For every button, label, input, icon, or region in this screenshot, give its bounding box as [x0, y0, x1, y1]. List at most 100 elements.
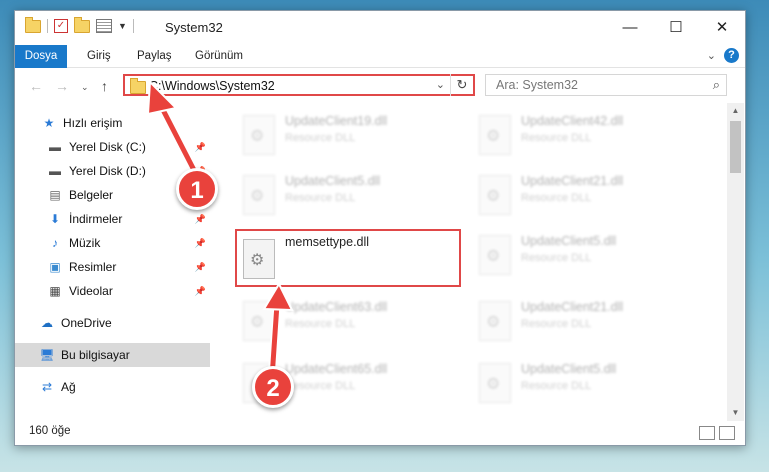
- star-icon: ★: [43, 116, 55, 130]
- sidebar-item-label: Bu bilgisayar: [61, 348, 130, 362]
- file-type: Resource DLL: [285, 318, 356, 330]
- sidebar-item-label: Hızlı erişim: [63, 116, 123, 130]
- refresh-icon[interactable]: ↻: [450, 74, 473, 96]
- sidebar-item-videos[interactable]: ▦ Videolar 📌: [15, 279, 210, 303]
- dll-file-icon: [479, 235, 511, 275]
- customize-toolbar-chevron-icon[interactable]: ▼: [118, 21, 127, 31]
- address-bar[interactable]: C:\Windows\System32 ⌄ ↻: [123, 74, 475, 96]
- sidebar-item-label: OneDrive: [61, 316, 112, 330]
- title-bar: ✓ ▼ System32 — ☐ ✕: [15, 11, 745, 45]
- pin-icon[interactable]: 📌: [195, 214, 206, 225]
- scroll-up-arrow-icon[interactable]: ▲: [727, 103, 744, 119]
- dll-file-icon: [479, 175, 511, 215]
- sidebar-item-label: Videolar: [69, 284, 113, 298]
- toolbar-separator: [132, 19, 134, 33]
- quick-access-toolbar: ✓ ▼: [25, 16, 134, 33]
- sidebar-item-label: Yerel Disk (C:): [69, 140, 146, 154]
- computer-icon: 🖥: [39, 348, 55, 362]
- new-folder-icon[interactable]: [74, 16, 90, 33]
- scroll-down-arrow-icon[interactable]: ▼: [727, 405, 744, 421]
- back-arrow-icon[interactable]: ←: [29, 78, 43, 94]
- drive-icon: ▬: [49, 140, 61, 154]
- pin-icon[interactable]: 📌: [195, 262, 206, 273]
- file-item[interactable]: UpdateClient63.dll Resource DLL: [235, 295, 455, 351]
- drive-icon: ▬: [49, 164, 61, 178]
- properties-check-icon[interactable]: ✓: [54, 19, 68, 33]
- sidebar-item-label: Yerel Disk (D:): [69, 164, 146, 178]
- file-name: UpdateClient5.dll: [285, 174, 381, 188]
- sidebar-item-downloads[interactable]: ⬇ İndirmeler 📌: [15, 207, 210, 231]
- large-icons-view-icon[interactable]: [719, 426, 735, 440]
- navigation-bar: ← → ⌄ ↑ C:\Windows\System32 ⌄ ↻ Ara: Sys…: [15, 68, 745, 102]
- sidebar-item-label: Belgeler: [69, 188, 114, 202]
- file-type: Resource DLL: [521, 380, 592, 392]
- sidebar-item-onedrive[interactable]: ☁ OneDrive: [15, 311, 210, 335]
- file-type: Resource DLL: [521, 132, 592, 144]
- help-icon[interactable]: ?: [724, 48, 739, 63]
- tab-share[interactable]: Paylaş: [137, 45, 172, 67]
- search-input[interactable]: Ara: System32: [496, 78, 578, 92]
- sidebar-item-quick-access[interactable]: ★ Hızlı erişim: [15, 111, 210, 135]
- search-box[interactable]: Ara: System32 ⌕: [485, 74, 727, 96]
- dll-file-icon: [479, 363, 511, 403]
- folder-icon: [130, 78, 146, 94]
- file-item[interactable]: UpdateClient21.dll Resource DLL: [471, 295, 691, 351]
- file-item[interactable]: UpdateClient5.dll Resource DLL: [471, 229, 691, 285]
- dll-file-icon: [243, 239, 275, 279]
- item-count: 160 öğe: [29, 425, 71, 437]
- minimize-button[interactable]: —: [607, 11, 653, 43]
- sidebar-item-this-pc[interactable]: 🖥 Bu bilgisayar: [15, 343, 210, 367]
- expand-ribbon-chevron-icon[interactable]: ⌄: [707, 49, 716, 62]
- file-item[interactable]: UpdateClient5.dll Resource DLL: [235, 169, 455, 225]
- file-item[interactable]: UpdateClient5.dll Resource DLL: [471, 357, 691, 413]
- vertical-scrollbar[interactable]: ▲ ▼: [727, 103, 744, 421]
- properties-icon[interactable]: [96, 19, 112, 33]
- sidebar-item-music[interactable]: ♪ Müzik 📌: [15, 231, 210, 255]
- step-badge-1: 1: [176, 168, 218, 210]
- folder-icon: [25, 16, 41, 33]
- tab-home[interactable]: Giriş: [87, 45, 111, 67]
- download-icon: ⬇: [49, 212, 61, 226]
- search-icon[interactable]: ⌕: [713, 77, 720, 93]
- close-button[interactable]: ✕: [699, 11, 745, 43]
- address-dropdown-chevron-icon[interactable]: ⌄: [436, 78, 445, 91]
- maximize-button[interactable]: ☐: [653, 11, 699, 43]
- window-title: System32: [165, 20, 223, 35]
- forward-arrow-icon[interactable]: →: [55, 78, 69, 94]
- ribbon-right: ⌄ ?: [707, 48, 739, 63]
- sidebar-item-network[interactable]: ⇄ Ağ: [15, 375, 210, 399]
- details-view-icon[interactable]: [699, 426, 715, 440]
- file-name: UpdateClient65.dll: [285, 362, 388, 376]
- up-arrow-icon[interactable]: ↑: [101, 78, 108, 94]
- file-type: Resource DLL: [521, 318, 592, 330]
- file-item[interactable]: UpdateClient21.dll Resource DLL: [471, 169, 691, 225]
- sidebar-item-label: Resimler: [69, 260, 117, 274]
- tab-view[interactable]: Görünüm: [195, 45, 243, 67]
- file-item-memsettype[interactable]: memsettype.dll: [235, 229, 461, 287]
- recent-locations-chevron-icon[interactable]: ⌄: [81, 82, 89, 93]
- step-badge-2: 2: [252, 366, 294, 408]
- network-icon: ⇄: [41, 380, 53, 394]
- file-type: Resource DLL: [285, 132, 356, 144]
- dll-file-icon: [479, 301, 511, 341]
- scrollbar-thumb[interactable]: [730, 121, 741, 173]
- pin-icon[interactable]: 📌: [195, 142, 206, 153]
- toolbar-separator: [47, 19, 48, 33]
- dll-file-icon: [243, 115, 275, 155]
- file-type: Resource DLL: [285, 380, 356, 392]
- dll-file-icon: [479, 115, 511, 155]
- file-explorer-window: ✓ ▼ System32 — ☐ ✕ Dosya Giriş Paylaş Gö…: [14, 10, 746, 446]
- sidebar-item-label: İndirmeler: [69, 212, 123, 226]
- file-item[interactable]: UpdateClient19.dll Resource DLL: [235, 109, 455, 165]
- address-path[interactable]: C:\Windows\System32: [149, 79, 275, 93]
- sidebar-item-local-disk-c[interactable]: ▬ Yerel Disk (C:) 📌: [15, 135, 210, 159]
- file-name: UpdateClient42.dll: [521, 114, 624, 128]
- documents-icon: ▤: [49, 188, 61, 202]
- sidebar-item-pictures[interactable]: ▣ Resimler 📌: [15, 255, 210, 279]
- file-type: Resource DLL: [521, 192, 592, 204]
- file-item[interactable]: UpdateClient42.dll Resource DLL: [471, 109, 691, 165]
- pin-icon[interactable]: 📌: [195, 238, 206, 249]
- sidebar-item-label: Ağ: [61, 380, 76, 394]
- pin-icon[interactable]: 📌: [195, 286, 206, 297]
- file-name: UpdateClient5.dll: [521, 234, 617, 248]
